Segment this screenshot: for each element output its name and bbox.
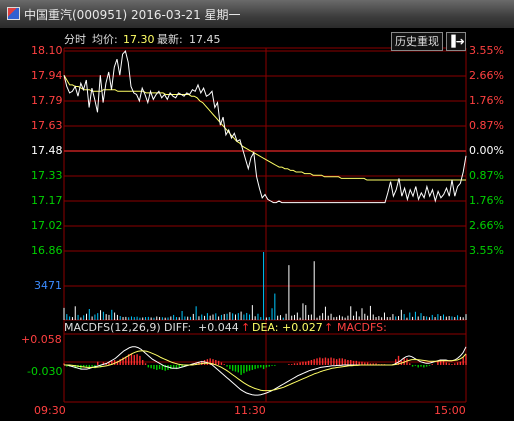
- history-replay-button[interactable]: 历史重现: [391, 32, 443, 51]
- price-tick-label: 17.79: [31, 94, 63, 107]
- macd-diff-value: +0.044: [198, 321, 239, 334]
- price-tick-label: 17.33: [31, 169, 63, 182]
- latest-price-value: 17.45: [189, 33, 221, 46]
- price-tick-label: 17.63: [31, 119, 63, 132]
- price-tick-label: 18.10: [31, 44, 63, 57]
- macd-diff-label: DIFF:: [164, 321, 192, 334]
- percent-tick-label: 1.76%: [469, 194, 504, 207]
- macd-dea-label: DEA:: [252, 321, 279, 334]
- macd-dea-value: +0.027: [282, 321, 323, 334]
- price-tick-label: 17.48: [31, 144, 63, 157]
- macd-diff-arrow: ↑: [241, 321, 251, 334]
- macd-axis-bottom: -0.030: [27, 365, 63, 378]
- macdfs-label: MACDFS:: [337, 321, 387, 334]
- time-tick-close: 15:00: [434, 404, 466, 417]
- percent-tick-label: 2.66%: [469, 69, 504, 82]
- price-tick-label: 16.86: [31, 244, 63, 257]
- chart-area[interactable]: [0, 28, 514, 421]
- window-title: 中国重汽(000951) 2016-03-21 星期一: [24, 8, 241, 22]
- app-icon: [7, 7, 20, 20]
- exit-to-panel-icon[interactable]: ▐➜: [446, 32, 466, 51]
- macd-axis-top: +0.058: [21, 333, 62, 346]
- avg-price-value: 17.30: [123, 33, 155, 46]
- time-tick-open: 09:30: [34, 404, 66, 417]
- percent-tick-label: 0.87%: [469, 119, 504, 132]
- percent-tick-label: 0.87%: [469, 169, 504, 182]
- window-titlebar: 中国重汽(000951) 2016-03-21 星期一: [0, 0, 514, 29]
- percent-tick-label: 0.00%: [469, 144, 504, 157]
- time-share-label: 分时: [64, 33, 86, 46]
- macd-dea-arrow: ↑: [324, 321, 334, 334]
- macd-title: MACDFS(12,26,9): [64, 321, 161, 334]
- volume-axis-label: 3471: [34, 279, 62, 292]
- price-tick-label: 17.02: [31, 219, 63, 232]
- percent-tick-label: 2.66%: [469, 219, 504, 232]
- percent-tick-label: 3.55%: [469, 44, 504, 57]
- price-tick-label: 17.17: [31, 194, 63, 207]
- percent-tick-label: 1.76%: [469, 94, 504, 107]
- latest-price-label: 最新:: [157, 33, 183, 46]
- percent-tick-label: 3.55%: [469, 244, 504, 257]
- avg-price-label: 均价:: [92, 33, 118, 46]
- time-tick-midday: 11:30: [234, 404, 266, 417]
- price-tick-label: 17.94: [31, 69, 63, 82]
